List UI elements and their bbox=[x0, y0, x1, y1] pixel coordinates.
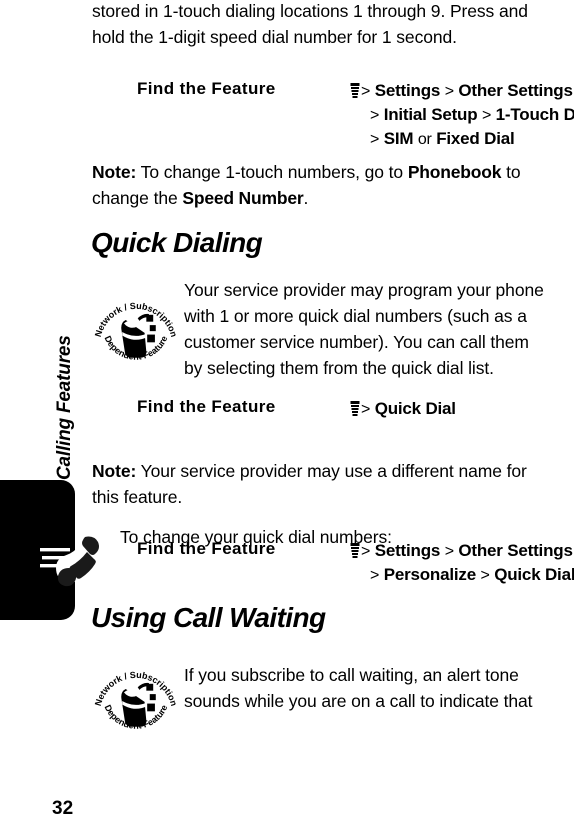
path-separator: > bbox=[480, 567, 490, 584]
emphasis-phonebook: Phonebook bbox=[407, 162, 502, 182]
note-2-line-1: Note: Your service provider may use a di… bbox=[92, 458, 572, 484]
note-1-text-b: to bbox=[506, 162, 521, 182]
path-line-1: > Quick Dial bbox=[350, 397, 456, 421]
qd-line-1: Your service provider may program your p… bbox=[184, 280, 544, 300]
chapter-tab-label: Calling Features bbox=[54, 335, 75, 480]
find-the-feature-path-1: > Settings > Other Settings > Initial Se… bbox=[350, 79, 574, 151]
intro-line-2: hold the 1-digit speed dial number for 1… bbox=[92, 27, 457, 47]
path-separator: > bbox=[361, 401, 371, 418]
intro-line-1: stored in 1-touch dialing locations 1 th… bbox=[92, 1, 528, 21]
note-2-text-a: Your service provider may use a differen… bbox=[140, 461, 527, 481]
menu-key-icon bbox=[350, 83, 359, 98]
path-separator: > bbox=[481, 107, 492, 124]
note-2: Note: Your service provider may use a di… bbox=[92, 458, 572, 510]
find-the-feature-path-3: > Settings > Other Settings > Personaliz… bbox=[350, 539, 574, 587]
emphasis-speed-number: Speed Number bbox=[182, 188, 304, 208]
note-1-text-c: change the bbox=[92, 188, 178, 208]
path-item-fixed-dial: Fixed Dial bbox=[436, 129, 515, 148]
note-label: Note: bbox=[92, 461, 137, 481]
path-separator: > bbox=[370, 567, 380, 584]
path-separator: > bbox=[361, 543, 371, 560]
path-line-1: > Settings > Other Settings bbox=[350, 539, 574, 563]
network-dependent-feature-icon: Network / Subscription Dependent Feature bbox=[93, 289, 179, 375]
path-item-quick-dial: Quick Dial bbox=[374, 399, 456, 418]
path-separator: > bbox=[370, 107, 380, 124]
path-item-1-touch-dial: 1-Touch Dial bbox=[495, 105, 574, 124]
path-line-2: > Initial Setup > 1-Touch Dial bbox=[350, 103, 574, 127]
qd-line-4: by selecting them from the quick dial li… bbox=[184, 358, 494, 378]
cw-line-2: sounds while you are on a call to indica… bbox=[184, 691, 533, 711]
note-1-line-1: Note: To change 1-touch numbers, go to P… bbox=[92, 159, 572, 185]
network-dependent-feature-icon: Network / Subscription Dependent Feature bbox=[93, 658, 179, 744]
note-1-line-2: change the Speed Number. bbox=[92, 185, 572, 211]
path-separator: > bbox=[444, 543, 454, 560]
path-item-sim: SIM bbox=[383, 129, 414, 148]
note-1-text-d: . bbox=[303, 188, 309, 208]
path-item-personalize: Personalize bbox=[383, 565, 476, 584]
path-item-initial-setup: Initial Setup bbox=[383, 105, 478, 124]
quick-dialing-paragraph: Your service provider may program your p… bbox=[184, 277, 574, 381]
note-1-text-a: To change 1-touch numbers, go to bbox=[140, 162, 404, 182]
call-waiting-paragraph: If you subscribe to call waiting, an ale… bbox=[184, 662, 574, 714]
path-line-1: > Settings > Other Settings bbox=[350, 79, 574, 103]
path-line-2: > Personalize > Quick Dial bbox=[350, 563, 574, 587]
find-the-feature-label-3: Find the Feature bbox=[137, 539, 276, 558]
intro-paragraph: stored in 1-touch dialing locations 1 th… bbox=[92, 0, 572, 50]
path-line-3: > SIM or Fixed Dial bbox=[350, 127, 574, 151]
note-1: Note: To change 1-touch numbers, go to P… bbox=[92, 159, 572, 211]
path-conjunction: or bbox=[417, 131, 432, 148]
note-label: Note: bbox=[92, 162, 137, 182]
find-the-feature-path-2: > Quick Dial bbox=[350, 397, 456, 421]
path-item-settings: Settings bbox=[374, 541, 441, 560]
section-heading-quick-dialing: Quick Dialing bbox=[91, 227, 263, 258]
path-item-other-settings: Other Settings bbox=[458, 81, 573, 100]
path-separator: > bbox=[361, 83, 371, 100]
find-the-feature-label-1: Find the Feature bbox=[137, 79, 276, 98]
cw-line-1: If you subscribe to call waiting, an ale… bbox=[184, 665, 519, 685]
section-heading-using-call-waiting: Using Call Waiting bbox=[91, 602, 326, 633]
path-item-settings: Settings bbox=[374, 81, 441, 100]
menu-key-icon bbox=[350, 401, 359, 416]
handset-icon bbox=[40, 532, 108, 588]
qd-line-3: customer service number). You can call t… bbox=[184, 332, 529, 352]
menu-key-icon bbox=[350, 543, 359, 558]
path-separator: > bbox=[444, 83, 454, 100]
note-2-line-2: this feature. bbox=[92, 487, 183, 507]
qd-line-2: with 1 or more quick dial numbers (such … bbox=[184, 306, 527, 326]
manual-page: stored in 1-touch dialing locations 1 th… bbox=[0, 0, 574, 818]
find-the-feature-label-2: Find the Feature bbox=[137, 397, 276, 416]
path-item-other-settings: Other Settings bbox=[458, 541, 573, 560]
path-separator: > bbox=[370, 131, 380, 148]
path-item-quick-dial: Quick Dial bbox=[494, 565, 574, 584]
page-number: 32 bbox=[52, 798, 74, 818]
